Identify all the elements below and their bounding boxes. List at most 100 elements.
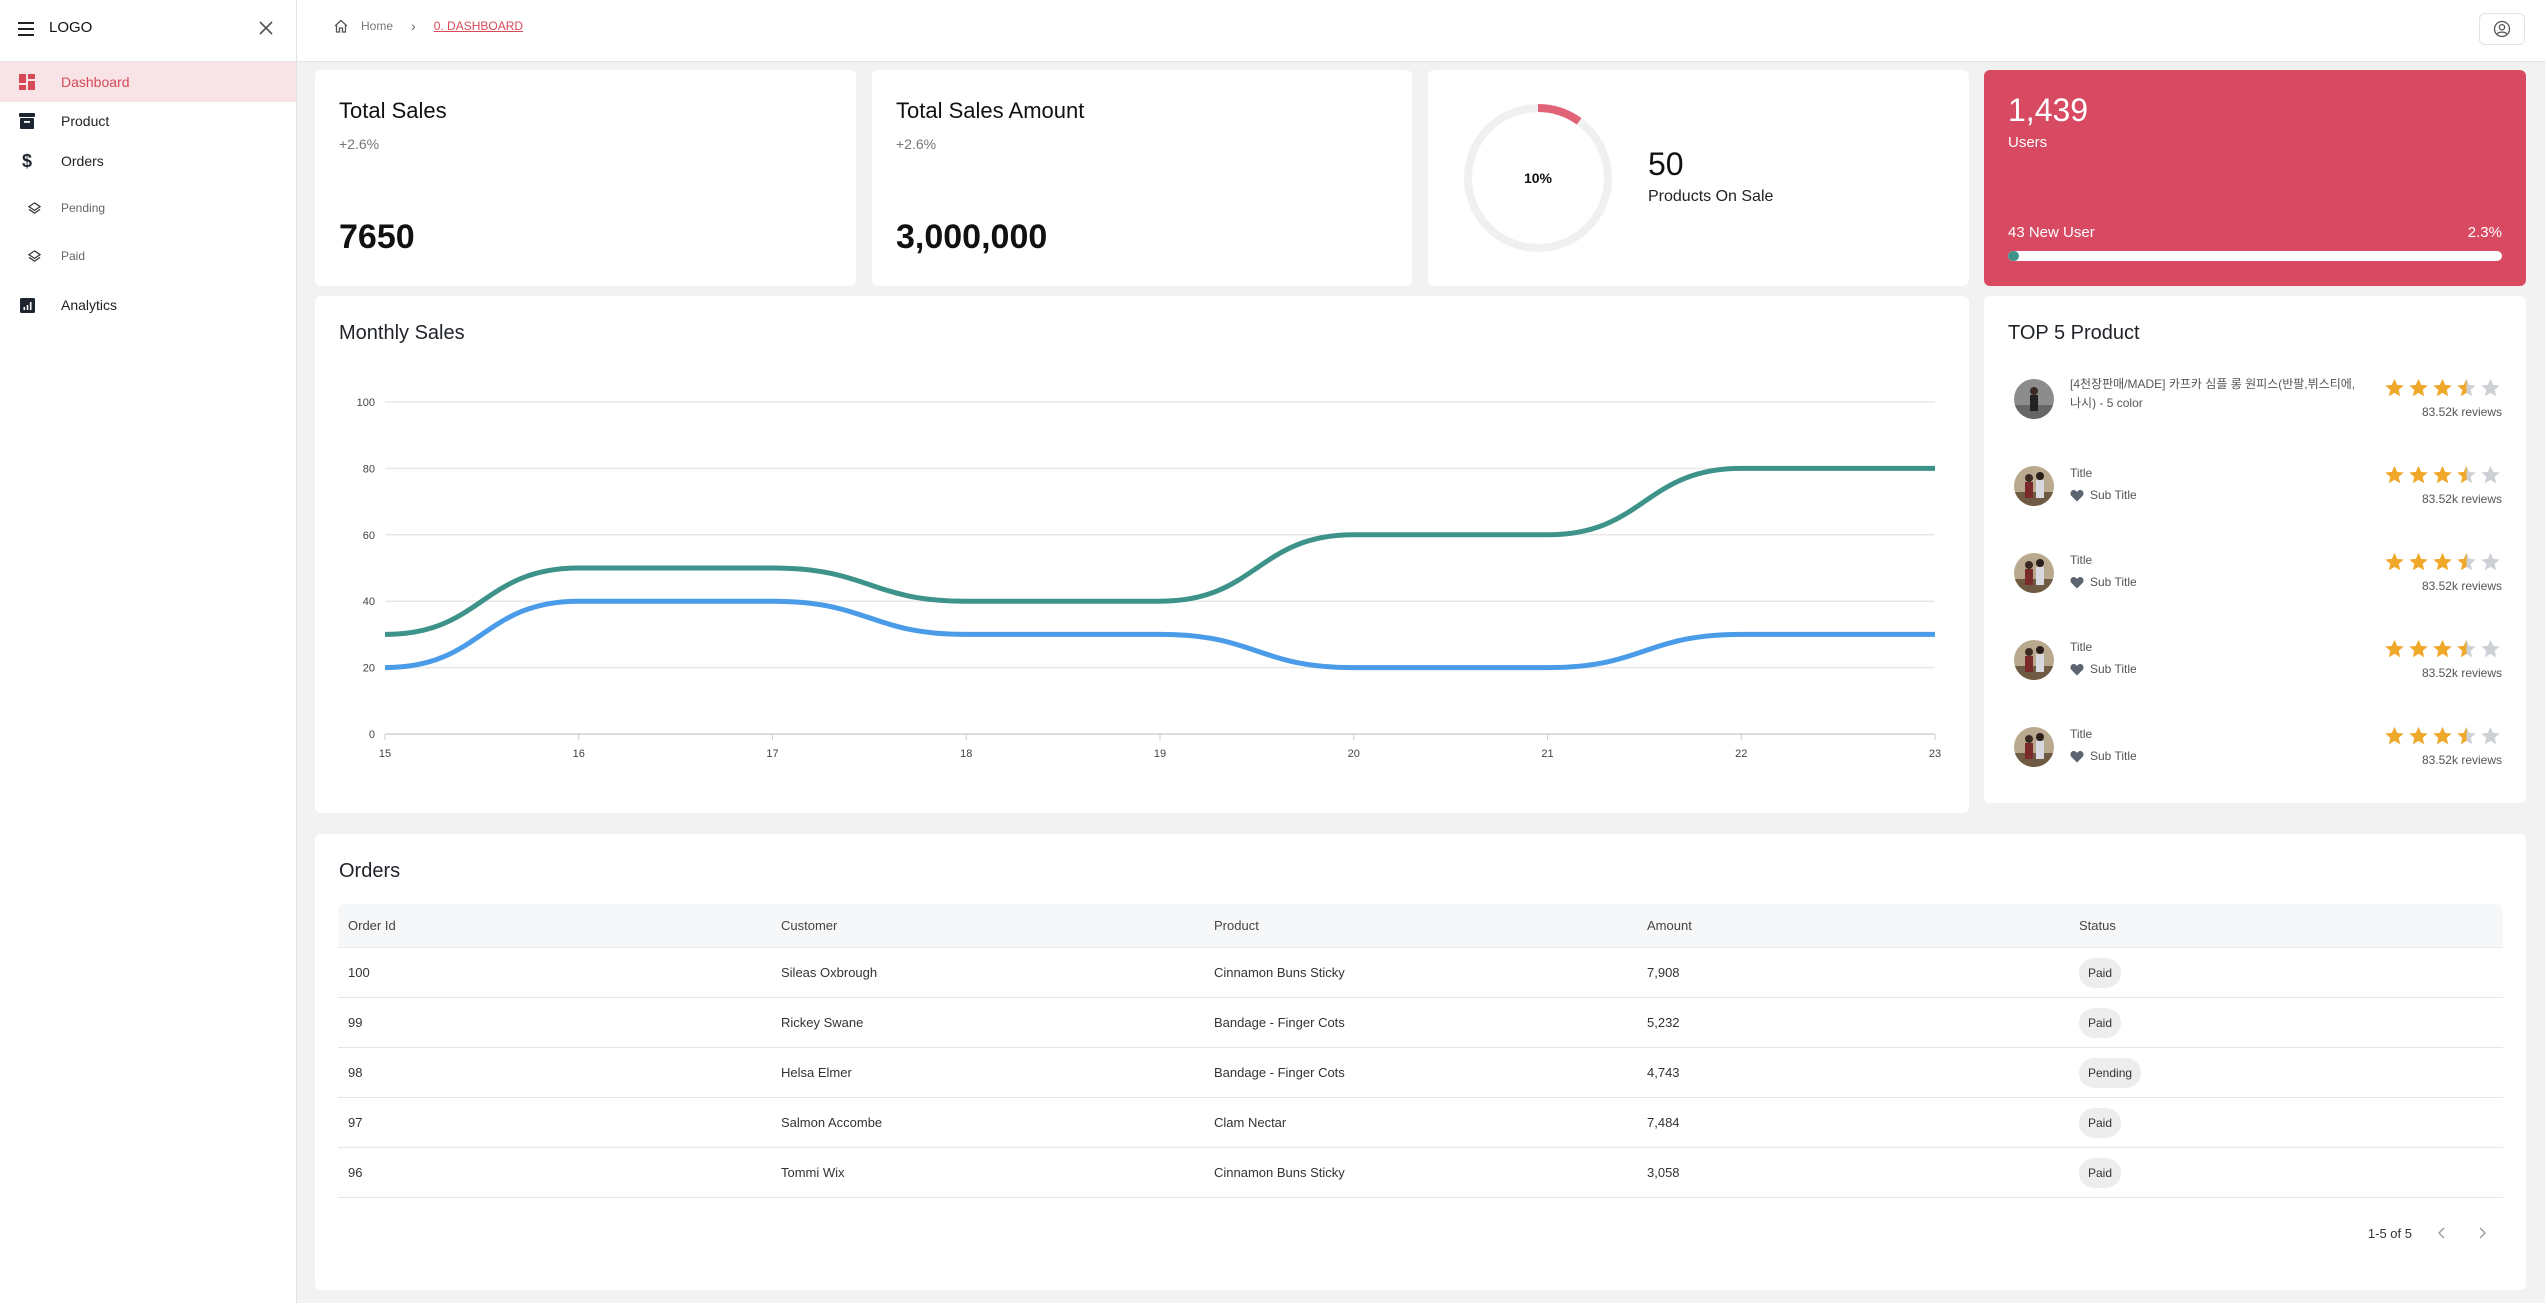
product-title: Title bbox=[2070, 727, 2093, 741]
heart-icon bbox=[2070, 663, 2084, 675]
table-cell: 3,058 bbox=[1647, 1165, 1680, 1180]
top5-list-item[interactable]: Title Sub Title 83.52k reviews bbox=[2008, 638, 2502, 698]
sidebar-item-product[interactable]: Product bbox=[0, 101, 296, 141]
monthly-sales-card: Monthly Sales 0 20 40 60 80 100 15 16 17 18 19 20 21… bbox=[315, 296, 1969, 813]
product-title: Title bbox=[2070, 553, 2093, 567]
products-label: Products On Sale bbox=[1648, 188, 1774, 205]
orders-card: Orders Order Id Customer Product Amount … bbox=[315, 834, 2526, 1290]
table-row[interactable]: 100 Sileas Oxbrough Cinnamon Buns Sticky 7,… bbox=[338, 948, 2503, 998]
column-header[interactable]: Order Id bbox=[348, 904, 396, 947]
sidebar-item-paid[interactable]: Paid bbox=[0, 236, 296, 276]
orders-table: Order Id Customer Product Amount Status … bbox=[338, 904, 2503, 1198]
star-icon bbox=[2409, 552, 2428, 571]
star-icon bbox=[2457, 378, 2476, 397]
table-cell: Clam Nectar bbox=[1214, 1115, 1287, 1130]
new-users-percent: 2.3% bbox=[2467, 224, 2502, 241]
product-subtitle: Sub Title bbox=[2070, 749, 2137, 763]
status-cell: Paid bbox=[2079, 1098, 2122, 1147]
card-title: Total Sales Amount bbox=[896, 98, 1085, 123]
status-cell: Paid bbox=[2079, 948, 2122, 997]
table-row[interactable]: 96 Tommi Wix Cinnamon Buns Sticky 3,058 Paid bbox=[338, 1148, 2503, 1198]
review-count: 83.52k reviews bbox=[2421, 666, 2502, 680]
star-icon bbox=[2457, 552, 2476, 571]
product-title: Title bbox=[2070, 640, 2093, 654]
product-avatar bbox=[2014, 553, 2054, 593]
column-header[interactable]: Status bbox=[2079, 904, 2116, 947]
analytics-icon bbox=[18, 296, 36, 314]
sidebar-header: LOGO bbox=[0, 0, 296, 62]
top5-list-item[interactable]: Title Sub Title 83.52k reviews bbox=[2008, 551, 2502, 611]
breadcrumb-home[interactable]: Home bbox=[361, 19, 393, 33]
star-icon bbox=[2481, 639, 2500, 658]
star-icon bbox=[2433, 726, 2452, 745]
sidebar: LOGO Dashboard Product $ Orders Pending … bbox=[0, 0, 297, 1303]
new-users-label: 43 New User bbox=[2008, 224, 2095, 241]
table-cell: Cinnamon Buns Sticky bbox=[1214, 965, 1345, 980]
table-cell: 99 bbox=[348, 1015, 363, 1030]
card-title: Total Sales bbox=[339, 98, 447, 123]
products-count: 50 bbox=[1648, 146, 1684, 182]
table-cell: Salmon Accombe bbox=[781, 1115, 883, 1130]
subtitle-text: Sub Title bbox=[2090, 488, 2137, 502]
sidebar-item-label: Dashboard bbox=[61, 74, 130, 90]
pagination-label: 1-5 of 5 bbox=[2367, 1225, 2412, 1241]
rating-stars bbox=[2382, 377, 2502, 399]
product-subtitle: Sub Title bbox=[2070, 488, 2137, 502]
table-cell: Bandage - Finger Cots bbox=[1214, 1015, 1345, 1030]
status-badge: Paid bbox=[2079, 1007, 2122, 1038]
x-tick-label: 23 bbox=[1929, 748, 1941, 760]
next-page-button[interactable] bbox=[2472, 1223, 2492, 1243]
column-header[interactable]: Product bbox=[1214, 904, 1259, 947]
archive-icon bbox=[18, 112, 36, 130]
y-tick-label: 0 bbox=[369, 729, 375, 741]
subtitle-text: Sub Title bbox=[2090, 749, 2137, 763]
home-icon[interactable] bbox=[333, 18, 349, 34]
table-cell: Bandage - Finger Cots bbox=[1214, 1065, 1345, 1080]
breadcrumb-current[interactable]: 0. DASHBOARD bbox=[434, 19, 523, 33]
table-row[interactable]: 99 Rickey Swane Bandage - Finger Cots 5,232… bbox=[338, 998, 2503, 1048]
table-cell: 98 bbox=[348, 1065, 363, 1080]
table-cell: 97 bbox=[348, 1115, 363, 1130]
column-header[interactable]: Amount bbox=[1647, 904, 1692, 947]
top5-list-item[interactable]: Title Sub Title 83.52k reviews bbox=[2008, 464, 2502, 524]
star-icon bbox=[2409, 726, 2428, 745]
y-tick-label: 100 bbox=[357, 397, 375, 409]
sidebar-item-label: Paid bbox=[61, 249, 86, 263]
sidebar-item-label: Product bbox=[61, 113, 110, 129]
product-title: [4천장판매/MADE] 카프카 심플 롱 원피스(반팔,뷔스티에,나시) - … bbox=[2070, 377, 2356, 410]
product-subtitle: Sub Title bbox=[2070, 575, 2137, 589]
star-icon bbox=[2409, 465, 2428, 484]
y-tick-label: 80 bbox=[363, 463, 375, 475]
top5-product-card: TOP 5 Product [4천장판매/MADE] 카프카 심플 롱 원피스(… bbox=[1984, 296, 2526, 803]
status-badge: Paid bbox=[2079, 957, 2122, 988]
star-icon bbox=[2385, 639, 2404, 658]
pagination: 1-5 of 5 bbox=[2368, 1223, 2492, 1243]
stat-delta: +2.6% bbox=[339, 136, 380, 152]
table-header: Order Id Customer Product Amount Status bbox=[338, 904, 2503, 948]
review-count: 83.52k reviews bbox=[2421, 492, 2502, 506]
table-row[interactable]: 98 Helsa Elmer Bandage - Finger Cots 4,743 P… bbox=[338, 1048, 2503, 1098]
user-menu-button[interactable] bbox=[2479, 13, 2525, 45]
subtitle-text: Sub Title bbox=[2090, 662, 2137, 676]
sidebar-item-dashboard[interactable]: Dashboard bbox=[0, 62, 296, 102]
table-cell: Tommi Wix bbox=[781, 1165, 845, 1180]
review-count: 83.52k reviews bbox=[2421, 753, 2502, 767]
star-icon bbox=[2457, 465, 2476, 484]
close-icon[interactable] bbox=[257, 19, 275, 37]
new-users-progress bbox=[2008, 251, 2502, 261]
sidebar-item-analytics[interactable]: Analytics bbox=[0, 285, 296, 325]
top5-list-item[interactable]: [4천장판매/MADE] 카프카 심플 롱 원피스(반팔,뷔스티에,나시) - … bbox=[2008, 377, 2502, 437]
menu-icon[interactable] bbox=[18, 22, 34, 36]
top5-list-item[interactable]: Title Sub Title 83.52k reviews bbox=[2008, 725, 2502, 785]
stat-delta: +2.6% bbox=[896, 136, 937, 152]
status-cell: Pending bbox=[2079, 1048, 2142, 1097]
column-header[interactable]: Customer bbox=[781, 904, 837, 947]
prev-page-button[interactable] bbox=[2432, 1223, 2452, 1243]
sidebar-item-orders[interactable]: $ Orders bbox=[0, 141, 296, 181]
x-tick-label: 16 bbox=[573, 748, 585, 760]
monthly-sales-chart: 0 20 40 60 80 100 15 16 17 18 19 20 21 22 23 bbox=[357, 397, 1941, 760]
table-row[interactable]: 97 Salmon Accombe Clam Nectar 7,484 Paid bbox=[338, 1098, 2503, 1148]
chevron-right-icon bbox=[2479, 1227, 2486, 1239]
users-card: 1,439 Users 43 New User 2.3% bbox=[1984, 70, 2526, 286]
sidebar-item-pending[interactable]: Pending bbox=[0, 188, 296, 228]
